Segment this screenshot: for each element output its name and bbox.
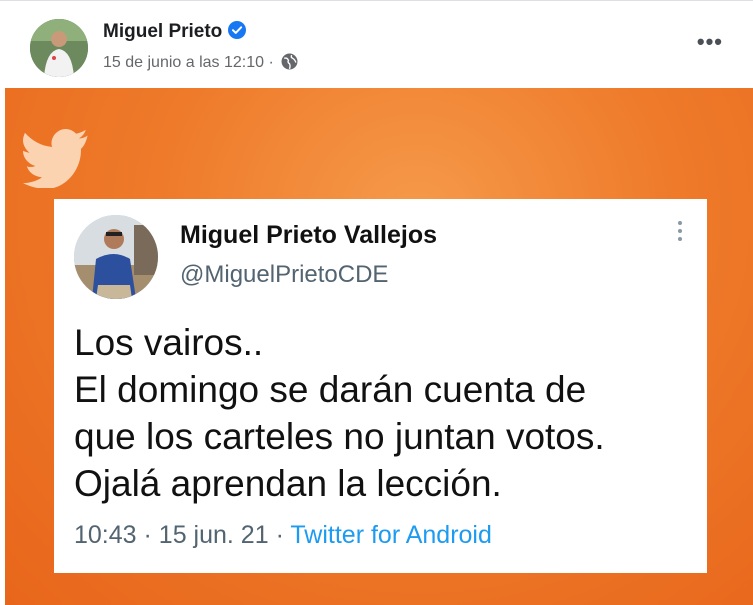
- tweet-line: Los vairos..: [74, 322, 264, 363]
- more-options-button[interactable]: •••: [697, 29, 723, 55]
- tweet-meta: 10:43 · 15 jun. 21 · Twitter for Android: [74, 521, 492, 550]
- author-avatar[interactable]: [30, 19, 88, 77]
- tweet-line: El domingo se darán cuenta de: [74, 369, 587, 410]
- tweet-source: Twitter for Android: [290, 521, 492, 549]
- twitter-bird-icon: [23, 128, 88, 188]
- tweet-author-handle: @MiguelPrietoCDE: [180, 261, 389, 288]
- tweet-card: Miguel Prieto Vallejos @MiguelPrietoCDE …: [54, 199, 707, 573]
- post-timestamp: 15 de junio a las 12:10 ·: [103, 53, 298, 72]
- tweet-avatar: [74, 215, 158, 299]
- globe-icon: [281, 53, 298, 70]
- verified-badge-icon: [228, 21, 247, 39]
- tweet-text: Los vairos.. El domingo se darán cuenta …: [74, 319, 694, 507]
- tweet-date: 15 jun. 21: [158, 521, 269, 549]
- separator-dot: ·: [268, 54, 274, 71]
- timestamp-text[interactable]: 15 de junio a las 12:10: [103, 54, 264, 71]
- tweet-line: que los carteles no juntan votos.: [74, 416, 605, 457]
- post-header: Miguel Prieto 15 de junio a las 12:10 · …: [0, 0, 753, 89]
- post-image[interactable]: Miguel Prieto Vallejos @MiguelPrietoCDE …: [5, 88, 753, 605]
- tweet-time: 10:43: [74, 521, 137, 549]
- author-name-text[interactable]: Miguel Prieto: [103, 21, 222, 42]
- author-name[interactable]: Miguel Prieto: [103, 21, 247, 43]
- tweet-author-name: Miguel Prieto Vallejos: [180, 221, 438, 249]
- tweet-line: Ojalá aprendan la lección.: [74, 463, 502, 504]
- meta-separator: ·: [143, 521, 152, 549]
- tweet-more-icon: [677, 221, 683, 245]
- meta-separator: ·: [275, 521, 284, 549]
